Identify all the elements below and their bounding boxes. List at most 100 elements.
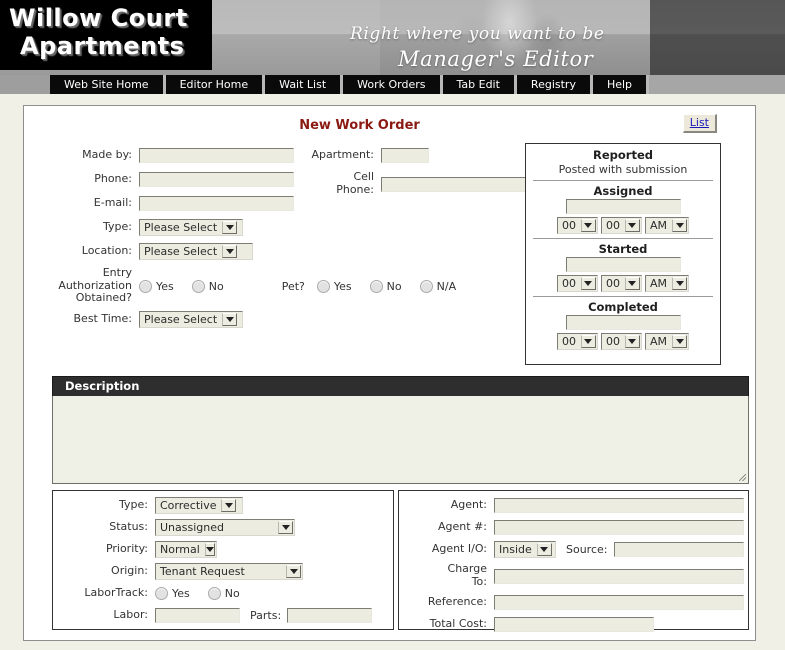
- priority-select[interactable]: Normal: [155, 541, 217, 558]
- agent-input[interactable]: [494, 498, 744, 513]
- location-label: Location:: [81, 244, 132, 258]
- chevron-down-icon: [536, 543, 552, 556]
- type-select-value: Please Select: [144, 221, 218, 234]
- completed-minute-select[interactable]: 00: [600, 333, 642, 350]
- logo-line-1: Willow Court: [9, 4, 188, 32]
- assigned-meridiem-select[interactable]: AM: [644, 217, 689, 234]
- started-minute-select[interactable]: 00: [600, 275, 642, 292]
- entry-authorization-radio-no[interactable]: [191, 279, 205, 293]
- assigned-minute-select[interactable]: 00: [600, 217, 642, 234]
- made-by-input[interactable]: [139, 148, 294, 163]
- pet-na-label: N/A: [436, 279, 457, 293]
- source-input[interactable]: [613, 542, 744, 557]
- nav-item-help[interactable]: Help: [592, 75, 647, 94]
- nav-item-tab-edit[interactable]: Tab Edit: [442, 75, 514, 94]
- entry-authorization-label-line3: Obtained?: [75, 291, 132, 305]
- completed-title: Completed: [588, 300, 658, 314]
- chevron-down-icon: [286, 565, 301, 578]
- started-meridiem-select[interactable]: AM: [644, 275, 689, 292]
- assigned-hour-select[interactable]: 00: [556, 217, 598, 234]
- started-hour-select[interactable]: 00: [556, 275, 598, 292]
- reported-panel: Reported Posted with submission Assigned…: [525, 143, 721, 365]
- parts-label: Parts:: [250, 609, 282, 622]
- cell-phone-input[interactable]: [381, 176, 536, 192]
- nav-item-web-site-home[interactable]: Web Site Home: [50, 75, 163, 94]
- best-time-label: Best Time:: [73, 312, 132, 326]
- labortrack-no-label: No: [224, 587, 240, 600]
- chevron-down-icon: [278, 521, 293, 534]
- origin-label: Origin:: [111, 564, 148, 578]
- entry-authorization-radio-yes[interactable]: [139, 279, 152, 293]
- total-cost-label: Total Cost:: [429, 617, 487, 631]
- cell-phone-label-line2: Phone:: [336, 183, 374, 196]
- field-work-type: Type: Corrective: [53, 497, 389, 514]
- description-header: Description: [52, 376, 749, 396]
- resize-handle-icon[interactable]: [739, 474, 746, 481]
- best-time-select-value: Please Select: [144, 313, 218, 326]
- labor-input[interactable]: [155, 608, 240, 623]
- main-navigation: Web Site Home Editor Home Wait List Work…: [0, 75, 785, 94]
- completed-time-group: 00 00 AM: [533, 333, 713, 350]
- type-select[interactable]: Please Select: [139, 219, 243, 236]
- description-textarea[interactable]: [52, 396, 749, 484]
- email-input[interactable]: [139, 196, 294, 211]
- made-by-label: Made by:: [82, 148, 132, 162]
- agent-io-select[interactable]: Inside: [494, 541, 556, 558]
- best-time-select[interactable]: Please Select: [139, 311, 243, 328]
- charge-to-input[interactable]: [494, 568, 744, 584]
- list-button-label: List: [689, 116, 709, 129]
- pet-no-label: No: [386, 279, 402, 293]
- entry-authorization-yes-label: Yes: [156, 279, 174, 293]
- nav-right-spacer: [649, 75, 785, 94]
- nav-item-wait-list[interactable]: Wait List: [265, 75, 341, 94]
- phone-input[interactable]: [139, 172, 294, 187]
- assigned-date-input[interactable]: [565, 199, 681, 214]
- chevron-down-icon: [624, 219, 640, 232]
- field-origin: Origin: Tenant Request: [53, 563, 389, 580]
- priority-value: Normal: [160, 543, 200, 556]
- source-label: Source:: [566, 543, 608, 556]
- total-cost-input[interactable]: [494, 617, 654, 632]
- list-button[interactable]: List: [682, 114, 717, 133]
- field-best-time: Best Time: Please Select: [32, 310, 537, 329]
- origin-select[interactable]: Tenant Request: [155, 563, 303, 580]
- reported-title: Reported: [593, 148, 653, 162]
- parts-input[interactable]: [287, 608, 373, 623]
- location-select[interactable]: Please Select: [139, 243, 253, 260]
- completed-minute-value: 00: [605, 335, 620, 348]
- pet-radio-yes[interactable]: [316, 279, 330, 293]
- entry-authorization-label: Entry Authorization Obtained?: [32, 266, 139, 305]
- banner-subtitle: Manager's Editor: [398, 47, 594, 71]
- status-select[interactable]: Unassigned: [155, 519, 295, 536]
- nav-item-registry[interactable]: Registry: [516, 75, 590, 94]
- completed-hour-select[interactable]: 00: [556, 333, 598, 350]
- agent-number-input[interactable]: [494, 520, 744, 535]
- field-labor-parts: Labor: Parts:: [53, 607, 389, 624]
- apartment-input[interactable]: [381, 148, 429, 163]
- site-logo[interactable]: Willow Court Apartments: [0, 0, 212, 70]
- completed-meridiem-select[interactable]: AM: [644, 333, 689, 350]
- assigned-meridiem-value: AM: [649, 219, 667, 232]
- completed-date-input[interactable]: [565, 315, 681, 330]
- chevron-down-icon: [222, 245, 238, 258]
- field-priority: Priority: Normal: [53, 541, 389, 558]
- pet-field: Pet? Yes No N/A: [282, 279, 470, 293]
- work-type-label: Type:: [119, 498, 148, 512]
- reference-input[interactable]: [494, 595, 744, 610]
- reported-subtitle: Posted with submission: [558, 163, 688, 176]
- labortrack-radio-yes[interactable]: [155, 587, 168, 600]
- work-type-select[interactable]: Corrective: [155, 497, 243, 514]
- nav-item-editor-home[interactable]: Editor Home: [165, 75, 263, 94]
- pet-radio-no[interactable]: [369, 279, 383, 293]
- started-date-input[interactable]: [565, 257, 681, 272]
- pet-radio-na[interactable]: [419, 279, 433, 293]
- work-type-value: Corrective: [160, 499, 217, 512]
- agent-number-label: Agent #:: [438, 520, 487, 534]
- chevron-down-icon: [204, 543, 215, 556]
- labortrack-radio-no[interactable]: [207, 587, 221, 600]
- nav-item-work-orders[interactable]: Work Orders: [343, 75, 440, 94]
- nav-left-spacer: [0, 75, 50, 94]
- divider: [533, 180, 713, 181]
- started-title: Started: [598, 242, 648, 256]
- page-body: New Work Order List Made by: Phone: E-ma…: [0, 94, 785, 650]
